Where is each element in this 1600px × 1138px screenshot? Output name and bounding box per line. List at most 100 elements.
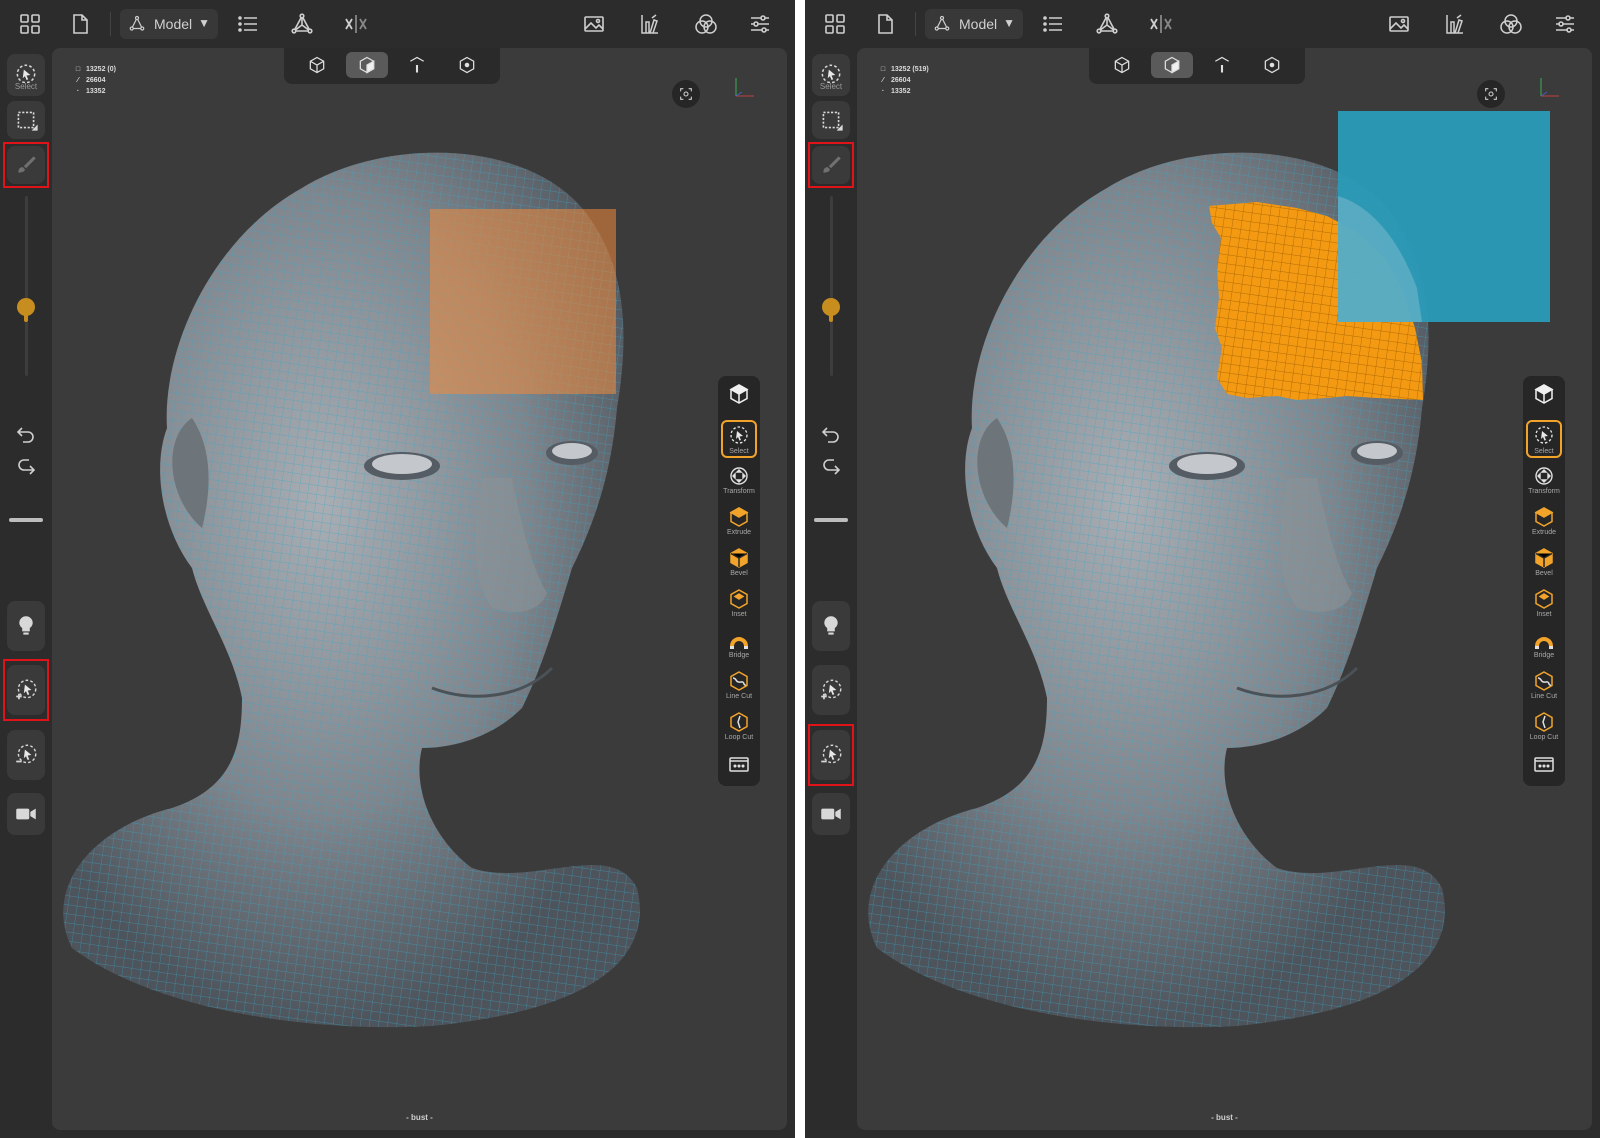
chevron-down-icon: ▼ bbox=[198, 16, 210, 30]
extrude-tool[interactable]: Extrude bbox=[721, 503, 757, 541]
light-button[interactable] bbox=[7, 601, 45, 651]
loop-cut-icon bbox=[730, 712, 748, 732]
image-icon[interactable] bbox=[578, 8, 610, 40]
select-tool-icon bbox=[1535, 426, 1553, 444]
mode-dropdown[interactable]: Model ▼ bbox=[925, 9, 1023, 39]
more-tools-button[interactable] bbox=[721, 750, 757, 788]
edge-mode-button[interactable] bbox=[1201, 52, 1243, 78]
inset-tool[interactable]: Inset bbox=[1526, 585, 1562, 623]
bevel-tool[interactable]: Bevel bbox=[721, 544, 757, 582]
marquee-button[interactable] bbox=[7, 101, 45, 139]
edge-mode-button[interactable] bbox=[396, 52, 438, 78]
top-toolbar: Model ▼ bbox=[805, 0, 1600, 48]
vertex-mode-button[interactable] bbox=[446, 52, 488, 78]
bevel-icon bbox=[1535, 548, 1553, 568]
extrude-tool[interactable]: Extrude bbox=[1526, 503, 1562, 541]
topology-icon[interactable] bbox=[286, 8, 318, 40]
face-icon bbox=[1164, 56, 1180, 74]
brush-size-slider-track[interactable] bbox=[830, 196, 833, 376]
color-swatch-icon[interactable] bbox=[634, 8, 666, 40]
scene-stats: □ 13252 (519) ⁄ 26604 · 13352 bbox=[879, 64, 929, 97]
redo-icon[interactable] bbox=[10, 452, 42, 484]
subtract-selection-button[interactable] bbox=[7, 730, 45, 780]
bust-model[interactable] bbox=[52, 48, 787, 1130]
topology-icon[interactable] bbox=[1091, 8, 1123, 40]
line-cut-icon bbox=[1535, 671, 1553, 691]
bevel-tool[interactable]: Bevel bbox=[1526, 544, 1562, 582]
settings-sliders-icon[interactable] bbox=[744, 8, 776, 40]
light-button[interactable] bbox=[812, 601, 850, 651]
vertex-mode-button[interactable] bbox=[1251, 52, 1293, 78]
list-icon[interactable] bbox=[1037, 8, 1069, 40]
more-tools-button[interactable] bbox=[1526, 750, 1562, 788]
line-cut-tool[interactable]: Line Cut bbox=[721, 667, 757, 705]
brush-size-slider-knob[interactable] bbox=[17, 298, 35, 322]
more-icon bbox=[1534, 757, 1554, 772]
face-mode-button[interactable] bbox=[1151, 52, 1193, 78]
inset-icon bbox=[1535, 589, 1553, 609]
frame-camera-button[interactable] bbox=[672, 80, 700, 108]
image-icon[interactable] bbox=[1383, 8, 1415, 40]
select-tool[interactable]: Select bbox=[1526, 420, 1562, 458]
mode-label: Model bbox=[154, 16, 193, 32]
color-swatch-icon[interactable] bbox=[1439, 8, 1471, 40]
face-count-icon: □ bbox=[880, 66, 886, 73]
list-icon[interactable] bbox=[232, 8, 264, 40]
loop-cut-tool[interactable]: Loop Cut bbox=[721, 708, 757, 746]
brush-highlight bbox=[3, 142, 49, 188]
axis-gizmo-icon bbox=[735, 78, 754, 97]
object-mode-button[interactable] bbox=[1101, 52, 1143, 78]
symmetry-icon[interactable] bbox=[340, 8, 372, 40]
document-icon[interactable] bbox=[64, 8, 96, 40]
document-icon[interactable] bbox=[869, 8, 901, 40]
grid-icon[interactable] bbox=[14, 8, 46, 40]
subtract-selection-icon bbox=[16, 744, 37, 764]
bridge-tool[interactable]: Bridge bbox=[721, 626, 757, 664]
model-mode-icon bbox=[933, 14, 953, 34]
select-caption: Select bbox=[819, 82, 843, 91]
top-toolbar: Model ▼ bbox=[0, 0, 795, 48]
vertex-count-icon: · bbox=[76, 88, 80, 95]
cube-icon bbox=[1114, 56, 1130, 74]
primitive-tool[interactable] bbox=[721, 380, 757, 418]
face-count-icon: □ bbox=[75, 66, 81, 73]
face-mode-button[interactable] bbox=[346, 52, 388, 78]
material-icon[interactable] bbox=[690, 8, 722, 40]
line-cut-tool[interactable]: Line Cut bbox=[1526, 667, 1562, 705]
extrude-icon bbox=[729, 507, 749, 527]
mode-dropdown[interactable]: Model ▼ bbox=[120, 9, 218, 39]
settings-sliders-icon[interactable] bbox=[1549, 8, 1581, 40]
redo-icon[interactable] bbox=[815, 452, 847, 484]
left-toolbar: Select bbox=[0, 48, 52, 1138]
bridge-tool[interactable]: Bridge bbox=[1526, 626, 1562, 664]
transform-icon bbox=[730, 467, 748, 485]
frame-camera-button[interactable] bbox=[1477, 80, 1505, 108]
face-icon bbox=[359, 56, 375, 74]
add-selection-button[interactable] bbox=[812, 665, 850, 715]
select-caption: Select bbox=[14, 82, 38, 91]
right-toolbar: Select Transform Extrude Bevel Inset Bri… bbox=[1523, 376, 1565, 786]
camera-button[interactable] bbox=[812, 793, 850, 835]
3d-viewport[interactable]: □ 13252 (519) ⁄ 26604 · 13352 Select Tra… bbox=[857, 48, 1592, 1130]
3d-viewport[interactable]: □ 13252 (0) ⁄ 26604 · 13352 Select Trans… bbox=[52, 48, 787, 1130]
inset-tool[interactable]: Inset bbox=[721, 585, 757, 623]
camera-button[interactable] bbox=[7, 793, 45, 835]
divider-handle[interactable] bbox=[9, 518, 43, 522]
divider-handle[interactable] bbox=[814, 518, 848, 522]
brush-size-slider-track[interactable] bbox=[25, 196, 28, 376]
transform-tool[interactable]: Transform bbox=[721, 462, 757, 500]
loop-cut-tool[interactable]: Loop Cut bbox=[1526, 708, 1562, 746]
select-tool[interactable]: Select bbox=[721, 420, 757, 458]
grid-icon[interactable] bbox=[819, 8, 851, 40]
bust-model[interactable] bbox=[857, 48, 1592, 1130]
undo-icon[interactable] bbox=[815, 418, 847, 450]
transform-tool[interactable]: Transform bbox=[1526, 462, 1562, 500]
brush-size-slider-knob[interactable] bbox=[822, 298, 840, 322]
symmetry-icon[interactable] bbox=[1145, 8, 1177, 40]
subtract-selection-highlight bbox=[808, 724, 854, 786]
undo-icon[interactable] bbox=[10, 418, 42, 450]
primitive-tool[interactable] bbox=[1526, 380, 1562, 418]
material-icon[interactable] bbox=[1495, 8, 1527, 40]
object-mode-button[interactable] bbox=[296, 52, 338, 78]
marquee-button[interactable] bbox=[812, 101, 850, 139]
